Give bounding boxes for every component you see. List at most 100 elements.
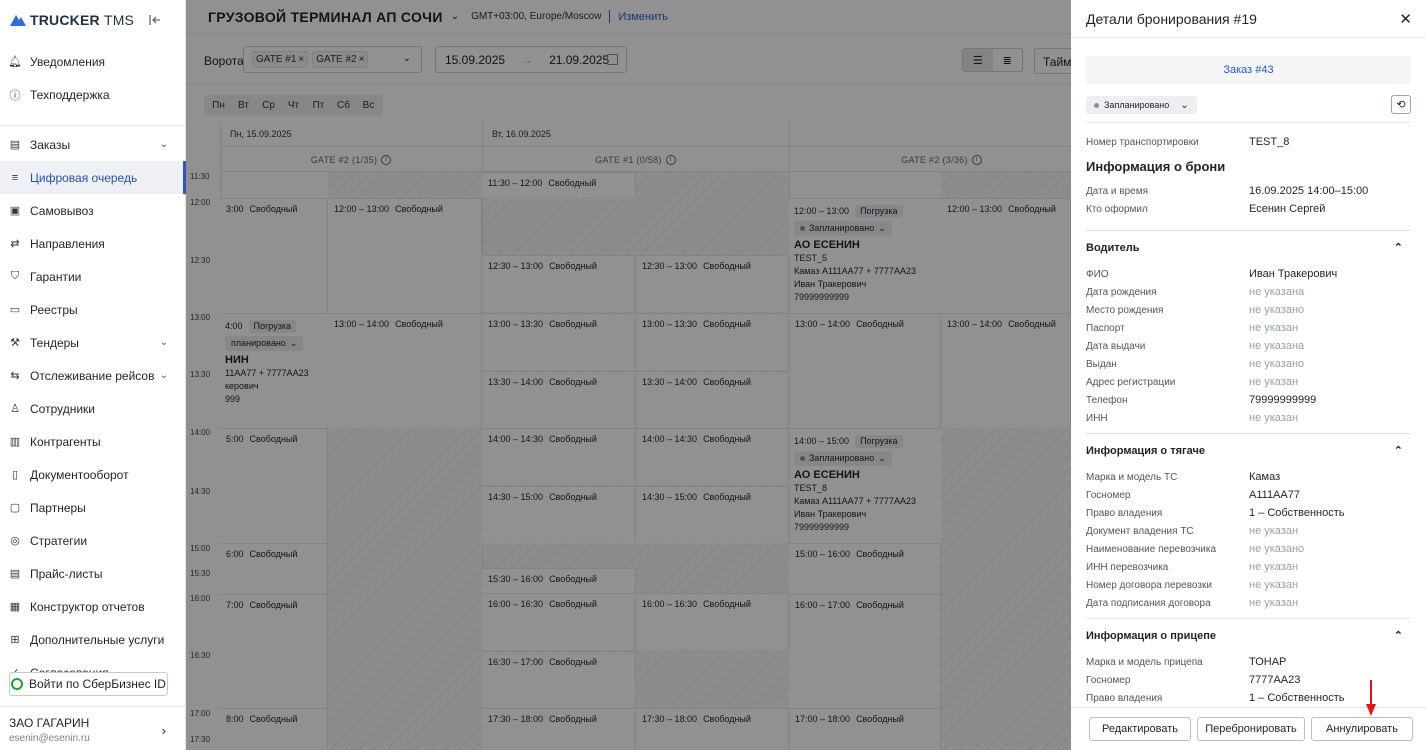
info-row: Право владения 1 – Собственность bbox=[1086, 504, 1411, 522]
info-row: Дата и время 16.09.2025 14:00–15:00 bbox=[1086, 182, 1411, 200]
tender-icon: ⚒ bbox=[10, 337, 20, 349]
document-icon: ▯ bbox=[11, 469, 19, 481]
sidebar-item-label: Реестры bbox=[30, 302, 78, 317]
sidebar: TRUCKER TMS 🔔︎ Уведомления ⓘ Техподдержка … bbox=[0, 0, 186, 750]
info-row: Место рождения не указано bbox=[1086, 301, 1411, 319]
sidebar-item[interactable]: ≡ Цифровая очередь bbox=[0, 161, 186, 194]
sidebar-item[interactable]: ⛉ Гарантии bbox=[0, 260, 186, 293]
rebook-button[interactable]: Перебронировать bbox=[1197, 717, 1305, 741]
field-label: Место рождения bbox=[1086, 304, 1164, 316]
user-name: ЗАО ГАГАРИН bbox=[9, 716, 90, 730]
field-value: не указано bbox=[1249, 543, 1305, 555]
sidebar-item-label: Гарантии bbox=[30, 269, 82, 284]
chevron-down-icon: ⌄ bbox=[159, 139, 168, 150]
sidebar-item-label: Отслеживание рейсов bbox=[30, 368, 155, 383]
sidebar-item[interactable]: ▢ Партнеры bbox=[0, 491, 186, 524]
user-profile[interactable]: ЗАО ГАГАРИН esenin@esenin.ru › bbox=[0, 706, 186, 750]
logo-icon bbox=[10, 15, 26, 26]
info-row: ИНН не указан bbox=[1086, 409, 1411, 427]
info-row: Дата рождения не указана bbox=[1086, 283, 1411, 301]
field-value: 79999999999 bbox=[1249, 394, 1317, 406]
sidebar-item[interactable]: ⊞ Дополнительные услуги bbox=[0, 623, 186, 656]
sidebar-item-label: Конструктор отчетов bbox=[30, 599, 145, 614]
sidebar-item[interactable]: ◎ Стратегии bbox=[0, 524, 186, 557]
field-label: ФИО bbox=[1086, 268, 1109, 280]
field-value: TEST_8 bbox=[1249, 136, 1290, 148]
nav-top: 🔔︎ Уведомления ⓘ Техподдержка bbox=[0, 45, 186, 132]
field-value: не указана bbox=[1249, 286, 1305, 298]
sber-login-label: Войти по СберБизнес ID bbox=[29, 677, 166, 691]
field-value: не указан bbox=[1249, 376, 1299, 388]
status-dropdown[interactable]: Запланировано ⌄ bbox=[1086, 96, 1197, 114]
field-label: Номер транспортировки bbox=[1086, 136, 1199, 148]
sidebar-item[interactable]: ▥ Контрагенты bbox=[0, 425, 186, 458]
collapse-sidebar-icon[interactable] bbox=[148, 13, 162, 27]
sidebar-item[interactable]: ▭ Реестры bbox=[0, 293, 186, 326]
sidebar-item-notifications[interactable]: 🔔︎ Уведомления bbox=[0, 45, 186, 78]
sidebar-item[interactable]: ⇄ Направления bbox=[0, 227, 186, 260]
history-icon[interactable]: ⟲ bbox=[1391, 95, 1411, 114]
field-label: Право владения bbox=[1086, 692, 1163, 704]
info-row: Дата выдачи не указана bbox=[1086, 337, 1411, 355]
bell-icon: 🔔︎ bbox=[8, 56, 22, 68]
queue-icon: ≡ bbox=[11, 171, 19, 184]
pickup-icon: ▣ bbox=[9, 205, 21, 217]
info-row: Документ владения ТС не указан bbox=[1086, 522, 1411, 540]
sidebar-item-label: Тендеры bbox=[30, 335, 79, 350]
annotation-arrow-icon bbox=[1366, 680, 1376, 716]
sidebar-item[interactable]: ♙ Сотрудники bbox=[0, 392, 186, 425]
sber-login-button[interactable]: Войти по СберБизнес ID bbox=[9, 672, 168, 696]
logo[interactable]: TRUCKER TMS bbox=[10, 12, 134, 28]
driver-section-header[interactable]: Водитель ⌃ bbox=[1086, 231, 1411, 265]
edit-button[interactable]: Редактировать bbox=[1089, 717, 1191, 741]
tracking-icon: ⇆ bbox=[10, 370, 20, 382]
sidebar-item[interactable]: ▦ Конструктор отчетов bbox=[0, 590, 186, 623]
divider bbox=[1086, 122, 1411, 123]
info-row: Дата подписания договора не указан bbox=[1086, 594, 1411, 612]
building-icon: ▥ bbox=[9, 436, 21, 448]
field-value: не указан bbox=[1249, 597, 1299, 609]
field-value: не указан bbox=[1249, 579, 1299, 591]
chevron-down-icon: ⌄ bbox=[159, 337, 168, 348]
help-icon: ⓘ bbox=[9, 89, 21, 102]
info-row: Марка и модель ТС Камаз bbox=[1086, 468, 1411, 486]
info-row: Выдан не указано bbox=[1086, 355, 1411, 373]
driver-rows: ФИО Иван Тракерович Дата рождения не указан… bbox=[1086, 265, 1411, 427]
field-label: Дата и время bbox=[1086, 185, 1149, 197]
sidebar-item-label: Партнеры bbox=[30, 500, 86, 515]
drawer-title: Детали бронирования #19 bbox=[1086, 10, 1257, 27]
tractor-section-header[interactable]: Информация о тягаче ⌃ bbox=[1086, 434, 1411, 468]
booking-info-title: Информация о брони bbox=[1086, 159, 1226, 174]
sidebar-item[interactable]: ⇆ Отслеживание рейсов ⌄ bbox=[0, 359, 186, 392]
info-row: Паспорт не указан bbox=[1086, 319, 1411, 337]
info-row: ИНН перевозчика не указан bbox=[1086, 558, 1411, 576]
tractor-rows: Марка и модель ТС Камаз Госномер А111АА77 Пр… bbox=[1086, 468, 1411, 612]
field-label: Марка и модель ТС bbox=[1086, 471, 1178, 483]
sidebar-item-label: Самовывоз bbox=[30, 203, 94, 218]
registry-icon: ▭ bbox=[9, 304, 21, 316]
field-value: не указан bbox=[1249, 561, 1299, 573]
sidebar-item[interactable]: ▤ Заказы ⌄ bbox=[0, 128, 186, 161]
field-value: Камаз bbox=[1249, 471, 1281, 483]
info-row: Телефон 79999999999 bbox=[1086, 391, 1411, 409]
chevron-up-icon: ⌃ bbox=[1393, 242, 1403, 254]
info-row: Госномер 7777АА23 bbox=[1086, 671, 1411, 689]
field-value: не указано bbox=[1249, 358, 1305, 370]
sidebar-item[interactable]: ⚒ Тендеры ⌄ bbox=[0, 326, 186, 359]
info-row: Марка и модель прицепа ТОНАР bbox=[1086, 653, 1411, 671]
order-link[interactable]: Заказ #43 bbox=[1086, 56, 1411, 84]
section-title: Водитель bbox=[1086, 242, 1140, 254]
close-icon[interactable]: ✕ bbox=[1399, 10, 1412, 28]
sidebar-item[interactable]: ▤ Прайс-листы bbox=[0, 557, 186, 590]
field-value: Иван Тракерович bbox=[1249, 268, 1338, 280]
sidebar-item-label: Сотрудники bbox=[30, 401, 95, 416]
trailer-section-header[interactable]: Информация о прицепе ⌃ bbox=[1086, 619, 1411, 653]
status-label: Запланировано bbox=[1104, 100, 1170, 110]
cancel-booking-button[interactable]: Аннулировать bbox=[1311, 717, 1413, 741]
sidebar-item[interactable]: ▯ Документооборот bbox=[0, 458, 186, 491]
sidebar-item-support[interactable]: ⓘ Техподдержка bbox=[0, 78, 186, 111]
field-value: не указан bbox=[1249, 322, 1299, 334]
field-value: А111АА77 bbox=[1249, 489, 1300, 501]
field-value: 1 – Собственность bbox=[1249, 507, 1345, 519]
sidebar-item[interactable]: ▣ Самовывоз bbox=[0, 194, 186, 227]
